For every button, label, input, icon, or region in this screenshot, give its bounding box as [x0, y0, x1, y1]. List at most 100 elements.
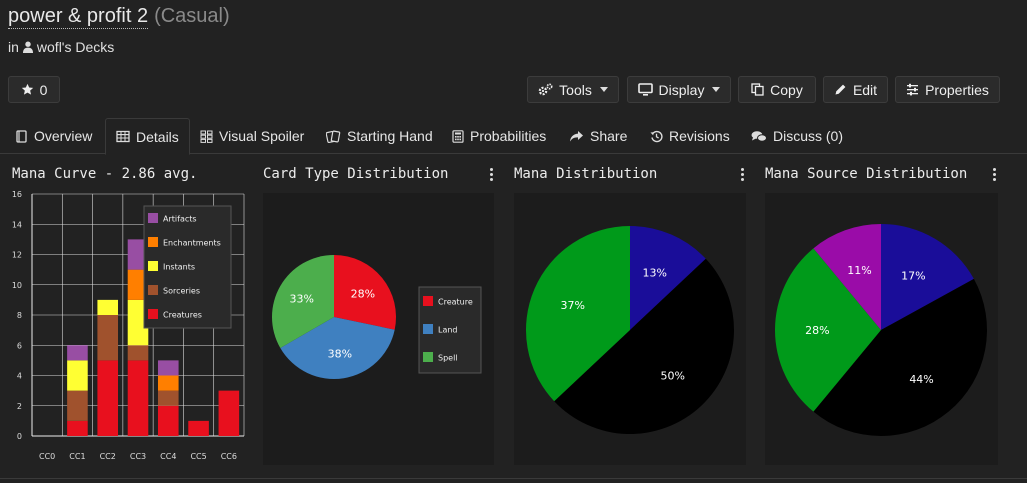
x-tick-label: CC3 [130, 452, 146, 461]
tab-revisions[interactable]: Revisions [640, 118, 740, 154]
mana-source-pie-chart: 17% 44% 28% 11% [775, 224, 987, 436]
tab-label: Details [136, 128, 179, 145]
tab-visual-spoiler[interactable]: Visual Spoiler [190, 118, 314, 154]
tab-label: Visual Spoiler [219, 128, 305, 144]
legend-swatch [148, 213, 158, 223]
star-count: 0 [39, 81, 48, 98]
mana-curve-title: Mana Curve - 2.86 avg. [12, 166, 198, 182]
y-tick-label: 4 [17, 372, 22, 381]
y-tick-label: 12 [12, 251, 22, 260]
display-button[interactable]: Display [627, 76, 731, 103]
tab-label: Overview [34, 128, 93, 144]
mana-distribution-pie-chart: 13% 50% 37% [526, 226, 734, 434]
legend-swatch [423, 296, 433, 306]
y-tick-label: 6 [17, 341, 22, 350]
bar-segment[interactable] [157, 360, 179, 376]
mana-curve-chart-container: 0 2 4 6 8 10 12 14 16 CC0 CC1 CC2 CC3 CC4 CC5 CC6 Artifa… [0, 186, 245, 466]
bar-segment[interactable] [127, 360, 149, 436]
tab-probabilities[interactable]: Probabilities [442, 118, 556, 154]
calculator-icon [452, 129, 464, 143]
tab-discuss[interactable]: Discuss (0) [741, 118, 853, 154]
pie-percent-label: 44% [909, 373, 933, 386]
pencil-icon [835, 84, 846, 95]
pie-percent-label: 50% [660, 369, 684, 382]
tab-details[interactable]: Details [105, 118, 190, 155]
mana-source-menu-icon[interactable] [993, 168, 997, 182]
pie-percent-label: 28% [805, 324, 829, 337]
deck-title[interactable]: power & profit 2 [8, 4, 149, 29]
chevron-down-icon [712, 87, 721, 92]
copy-button[interactable]: Copy [738, 76, 816, 103]
monitor-icon [637, 83, 653, 96]
pie-percent-label: 38% [328, 348, 352, 361]
bar-segment[interactable] [157, 405, 179, 436]
book-icon [16, 129, 27, 143]
y-tick-label: 14 [12, 220, 22, 229]
pie-percent-label: 33% [290, 292, 314, 305]
sliders-icon [907, 83, 919, 96]
tab-label: Discuss (0) [773, 128, 844, 144]
deck-tabs: Overview Details Visual Spoiler Starting… [0, 118, 1027, 155]
legend-label: Artifacts [163, 215, 197, 224]
deck-format: (Casual) [154, 5, 230, 27]
y-tick-label: 0 [17, 432, 22, 441]
bar-segment[interactable] [67, 345, 88, 361]
x-tick-label: CC5 [190, 452, 206, 461]
legend-swatch [148, 285, 158, 295]
legend-swatch [423, 324, 433, 334]
mana-distribution-chart-container: 13% 50% 37% [514, 193, 746, 465]
user-icon [22, 41, 33, 53]
display-label: Display [658, 81, 705, 98]
bar-segment[interactable] [97, 299, 119, 315]
bar-segment[interactable] [97, 315, 119, 361]
mana-distribution-menu-icon[interactable] [741, 168, 745, 182]
properties-button[interactable]: Properties [895, 76, 1000, 103]
copy-icon [751, 83, 764, 96]
y-tick-label: 16 [12, 190, 22, 199]
bar-segment[interactable] [157, 375, 179, 391]
edit-button[interactable]: Edit [823, 76, 888, 103]
tab-label: Share [590, 128, 628, 144]
mana-curve-chart: 0 2 4 6 8 10 12 14 16 CC0 CC1 CC2 CC3 CC4 CC5 CC6 Artifa… [12, 190, 245, 461]
x-tick-label: CC1 [69, 452, 85, 461]
bar-segment[interactable] [67, 420, 88, 436]
bar-segment[interactable] [218, 390, 240, 436]
cards-icon [326, 130, 341, 143]
legend-swatch [148, 261, 158, 271]
comments-icon [751, 130, 767, 142]
card-type-menu-icon[interactable] [490, 168, 494, 182]
tab-share[interactable]: Share [559, 118, 637, 154]
legend-label: Instants [163, 263, 195, 272]
owner-prefix: in [8, 39, 19, 55]
share-icon [570, 130, 583, 141]
copy-label: Copy [770, 81, 803, 98]
pie-percent-label: 13% [643, 267, 667, 280]
bar-segment[interactable] [127, 345, 149, 361]
tab-label: Starting Hand [347, 128, 433, 144]
pie-percent-label: 28% [351, 288, 375, 301]
star-button[interactable]: 0 [8, 76, 60, 103]
tools-button[interactable]: Tools [527, 76, 619, 103]
mana-source-title: Mana Source Distribution [765, 166, 968, 182]
owner-row: in wofl's Decks [8, 39, 114, 55]
mana-distribution-title: Mana Distribution [514, 166, 658, 182]
bar-segment[interactable] [67, 360, 88, 391]
tab-overview[interactable]: Overview [5, 118, 102, 154]
history-icon [650, 130, 663, 142]
bar-segment[interactable] [157, 390, 179, 406]
bar-segment[interactable] [67, 390, 88, 421]
y-tick-label: 10 [12, 281, 22, 290]
cogs-icon [538, 83, 553, 96]
x-tick-label: CC6 [221, 452, 237, 461]
legend-label: Creatures [163, 311, 202, 320]
tab-starting-hand[interactable]: Starting Hand [316, 118, 443, 154]
pie-percent-label: 37% [561, 299, 585, 312]
mana-source-chart-container: 17% 44% 28% 11% [765, 193, 998, 465]
deck-title-row: power & profit 2 (Casual) [8, 4, 230, 32]
owner-link[interactable]: wofl's Decks [37, 39, 114, 55]
card-type-pie-chart: 28% 38% 33% Creature Land Spell [272, 255, 482, 379]
bar-segment[interactable] [97, 360, 119, 436]
legend-swatch [148, 237, 158, 247]
bar-segment[interactable] [188, 420, 209, 436]
star-icon [21, 83, 33, 95]
